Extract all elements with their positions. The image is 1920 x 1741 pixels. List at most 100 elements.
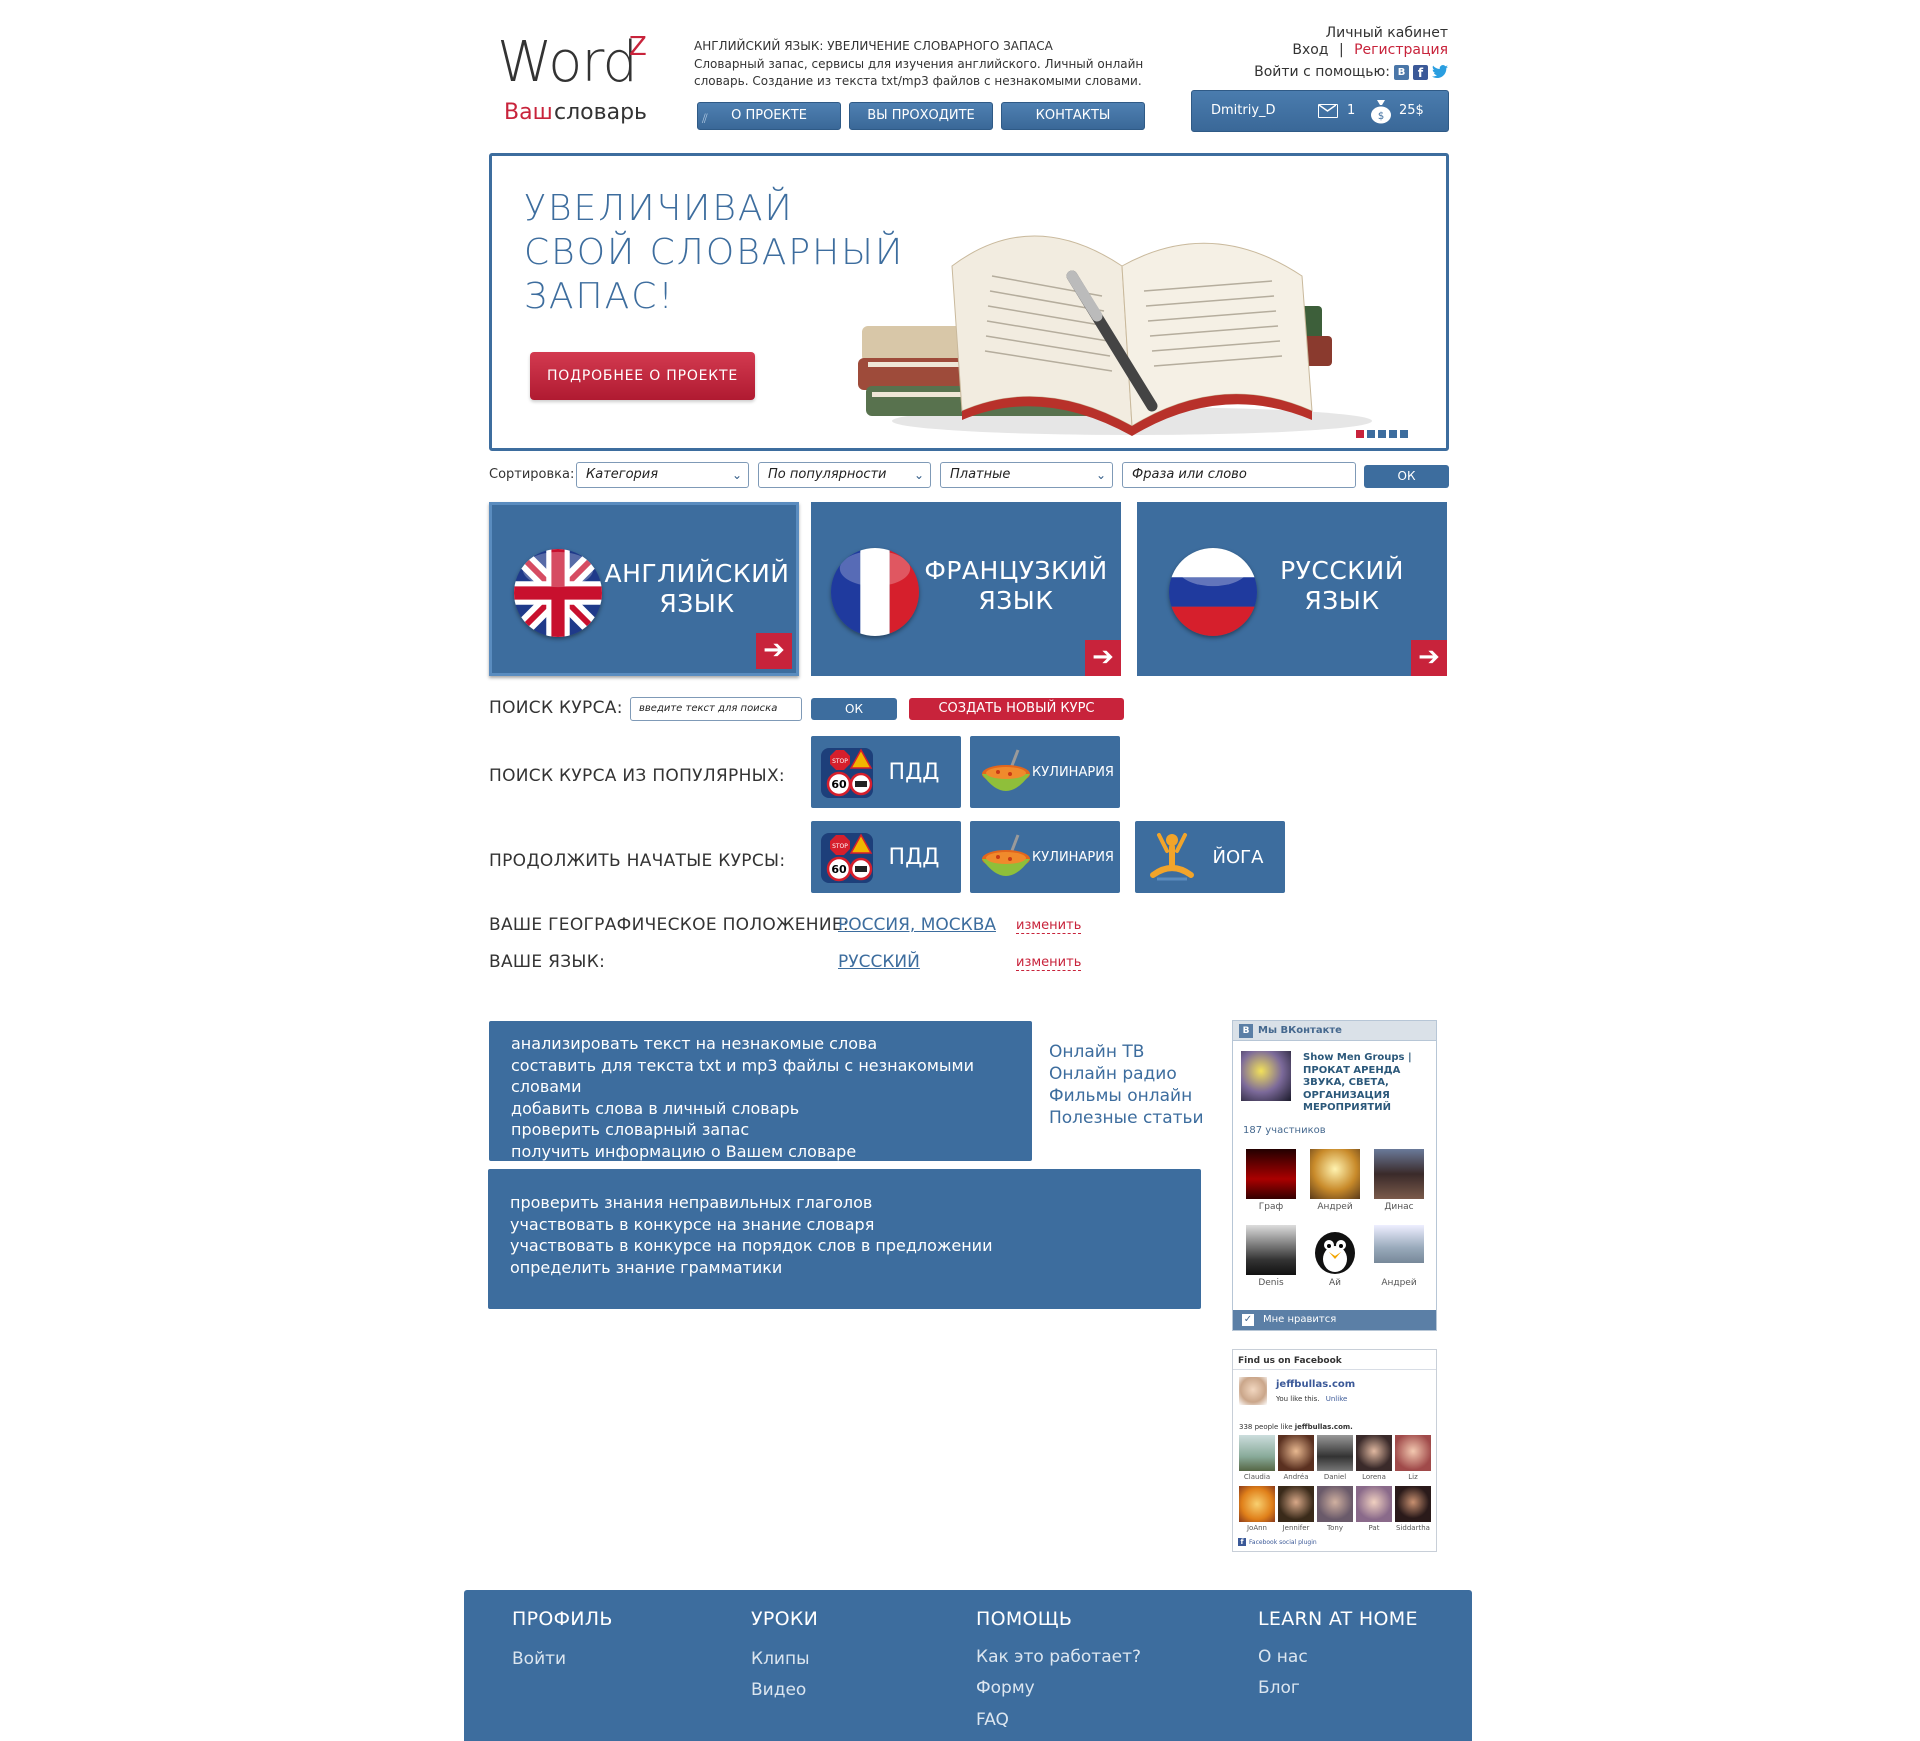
vk-group-avatar[interactable] — [1241, 1051, 1291, 1101]
side-link-radio[interactable]: Онлайн радио — [1049, 1064, 1177, 1084]
feature-item[interactable]: анализировать текст на незнакомые слова — [511, 1033, 1032, 1055]
location-value-link[interactable]: РОССИЯ, МОСКВА — [838, 915, 996, 935]
login-link[interactable]: Вход — [1292, 42, 1328, 58]
fb-fan-avatar[interactable] — [1278, 1486, 1314, 1522]
side-link-articles[interactable]: Полезные статьи — [1049, 1108, 1204, 1128]
feature-item[interactable]: получить информацию о Вашем словаре — [511, 1141, 1032, 1163]
vk-member-name[interactable]: Ай — [1305, 1278, 1365, 1288]
slide-dot[interactable] — [1356, 430, 1364, 438]
fb-fan-avatar[interactable] — [1356, 1435, 1392, 1471]
fb-fan-name[interactable]: Pat — [1354, 1524, 1394, 1532]
nav-about[interactable]: ⫽ О ПРОЕКТЕ — [697, 102, 841, 130]
fb-like-page[interactable]: jeffbullas.com. — [1295, 1423, 1353, 1431]
arrow-right-icon[interactable]: ➔ — [756, 633, 792, 669]
vk-members-count[interactable]: 187 участников — [1243, 1125, 1326, 1136]
feature-item[interactable]: определить знание грамматики — [510, 1257, 1201, 1279]
fb-fan-avatar[interactable] — [1356, 1486, 1392, 1522]
fb-fan-name[interactable]: Liz — [1393, 1473, 1433, 1481]
fb-unlike-link[interactable]: Unlike — [1322, 1395, 1348, 1403]
twitter-login-icon[interactable] — [1432, 64, 1448, 80]
course-tile-yoga[interactable]: ЙОГА — [1135, 821, 1285, 893]
fb-fan-avatar[interactable] — [1395, 1486, 1431, 1522]
course-search-ok-button[interactable]: ОК — [811, 698, 897, 720]
footer-link-video[interactable]: Видео — [751, 1680, 806, 1700]
fb-fan-name[interactable]: Lorena — [1354, 1473, 1394, 1481]
fb-fan-name[interactable]: Daniel — [1315, 1473, 1355, 1481]
footer-link-faq[interactable]: FAQ — [976, 1710, 1009, 1730]
phrase-search-input[interactable]: Фраза или слово — [1122, 462, 1356, 488]
hero-more-button[interactable]: ПОДРОБНЕЕ О ПРОЕКТЕ — [530, 352, 755, 400]
footer-link-login[interactable]: Войти — [512, 1649, 566, 1669]
feature-item[interactable]: участвовать в конкурсе на порядок слов в… — [510, 1235, 1201, 1257]
slide-dot[interactable] — [1378, 430, 1386, 438]
nav-progress[interactable]: ВЫ ПРОХОДИТЕ — [849, 102, 993, 130]
fb-fan-name[interactable]: Andréa — [1276, 1473, 1316, 1481]
vk-group-name[interactable]: Show Men Groups | ПРОКАТ АРЕНДА ЗВУКА, С… — [1303, 1052, 1412, 1115]
vk-member-avatar[interactable] — [1374, 1149, 1424, 1199]
paid-select[interactable]: Платные ⌄ — [940, 462, 1113, 488]
vk-member-name[interactable]: Граф — [1241, 1202, 1301, 1212]
side-link-films[interactable]: Фильмы онлайн — [1049, 1086, 1192, 1106]
footer-link-blog[interactable]: Блог — [1258, 1678, 1300, 1698]
vk-member-avatar[interactable] — [1310, 1149, 1360, 1199]
vk-member-avatar[interactable] — [1246, 1149, 1296, 1199]
register-link[interactable]: Регистрация — [1354, 42, 1448, 58]
fb-fan-name[interactable]: Jennifer — [1276, 1524, 1316, 1532]
course-search-input[interactable]: введите текст для поиска — [630, 697, 802, 721]
vk-member-name[interactable]: Динас — [1369, 1202, 1429, 1212]
arrow-right-icon[interactable]: ➔ — [1085, 640, 1121, 676]
feature-item[interactable]: составить для текста txt и mp3 файлы с н… — [511, 1055, 1032, 1098]
fb-fan-name[interactable]: Siddartha — [1393, 1524, 1433, 1532]
language-card-english[interactable]: АНГЛИЙСКИЙ ЯЗЫК ➔ — [489, 502, 799, 676]
footer-link-about[interactable]: О нас — [1258, 1647, 1308, 1667]
popularity-select[interactable]: По популярности ⌄ — [758, 462, 931, 488]
vk-member-name[interactable]: Denis — [1241, 1278, 1301, 1288]
footer-link-clips[interactable]: Клипы — [751, 1649, 810, 1669]
fb-plugin-label[interactable]: Facebook social plugin — [1249, 1539, 1317, 1546]
change-location-link[interactable]: изменить — [1016, 918, 1082, 934]
category-select[interactable]: Категория ⌄ — [576, 462, 749, 488]
vk-member-name[interactable]: Андрей — [1305, 1202, 1365, 1212]
feature-item[interactable]: добавить слова в личный словарь — [511, 1098, 1032, 1120]
language-value-link[interactable]: РУССКИЙ — [838, 952, 920, 972]
vk-member-avatar[interactable] — [1246, 1225, 1296, 1275]
slide-dot[interactable] — [1389, 430, 1397, 438]
course-tile-pdd[interactable]: STOP 60 ПДД — [811, 821, 961, 893]
fb-page-name[interactable]: jeffbullas.com — [1276, 1379, 1355, 1390]
fb-fan-avatar[interactable] — [1239, 1435, 1275, 1471]
slide-dot[interactable] — [1367, 430, 1375, 438]
filter-ok-button[interactable]: ОК — [1364, 465, 1449, 488]
fb-fan-name[interactable]: JoAnn — [1237, 1524, 1277, 1532]
footer-link-how-it-works[interactable]: Как это работает? — [976, 1647, 1141, 1667]
vk-member-name[interactable]: Андрей — [1369, 1278, 1429, 1288]
fb-fan-avatar[interactable] — [1239, 1486, 1275, 1522]
vk-member-avatar[interactable] — [1310, 1225, 1360, 1275]
side-link-tv[interactable]: Онлайн ТВ — [1049, 1042, 1144, 1062]
course-tile-cooking[interactable]: КУЛИНАРИЯ — [970, 821, 1120, 893]
course-tile-cooking[interactable]: КУЛИНАРИЯ — [970, 736, 1120, 808]
slide-dot[interactable] — [1400, 430, 1408, 438]
mail-icon[interactable] — [1318, 104, 1338, 118]
fb-fan-avatar[interactable] — [1317, 1486, 1353, 1522]
create-course-button[interactable]: СОЗДАТЬ НОВЫЙ КУРС — [909, 698, 1124, 720]
fb-fan-avatar[interactable] — [1317, 1435, 1353, 1471]
fb-fan-avatar[interactable] — [1395, 1435, 1431, 1471]
language-card-russian[interactable]: РУССКИЙ ЯЗЫК ➔ — [1137, 502, 1447, 676]
vk-like-bar[interactable]: ✓ Мне нравится — [1233, 1310, 1436, 1330]
course-tile-pdd[interactable]: STOP 60 ПДД — [811, 736, 961, 808]
logo[interactable]: Word Z Ваш словарь — [497, 30, 667, 130]
fb-fan-name[interactable]: Tony — [1315, 1524, 1355, 1532]
fb-page-avatar[interactable] — [1239, 1377, 1267, 1405]
vk-login-icon[interactable]: В — [1394, 64, 1409, 80]
vk-member-avatar[interactable] — [1374, 1225, 1424, 1263]
nav-contacts[interactable]: КОНТАКТЫ — [1001, 102, 1145, 130]
footer-link-form[interactable]: Форму — [976, 1678, 1035, 1698]
feature-item[interactable]: участвовать в конкурсе на знание словаря — [510, 1214, 1201, 1236]
feature-item[interactable]: проверить словарный запас — [511, 1119, 1032, 1141]
facebook-login-icon[interactable]: f — [1413, 64, 1428, 80]
arrow-right-icon[interactable]: ➔ — [1411, 640, 1447, 676]
fb-fan-name[interactable]: Claudia — [1237, 1473, 1277, 1481]
user-name[interactable]: Dmitriy_D — [1211, 103, 1276, 118]
change-language-link[interactable]: изменить — [1016, 955, 1082, 971]
fb-fan-avatar[interactable] — [1278, 1435, 1314, 1471]
